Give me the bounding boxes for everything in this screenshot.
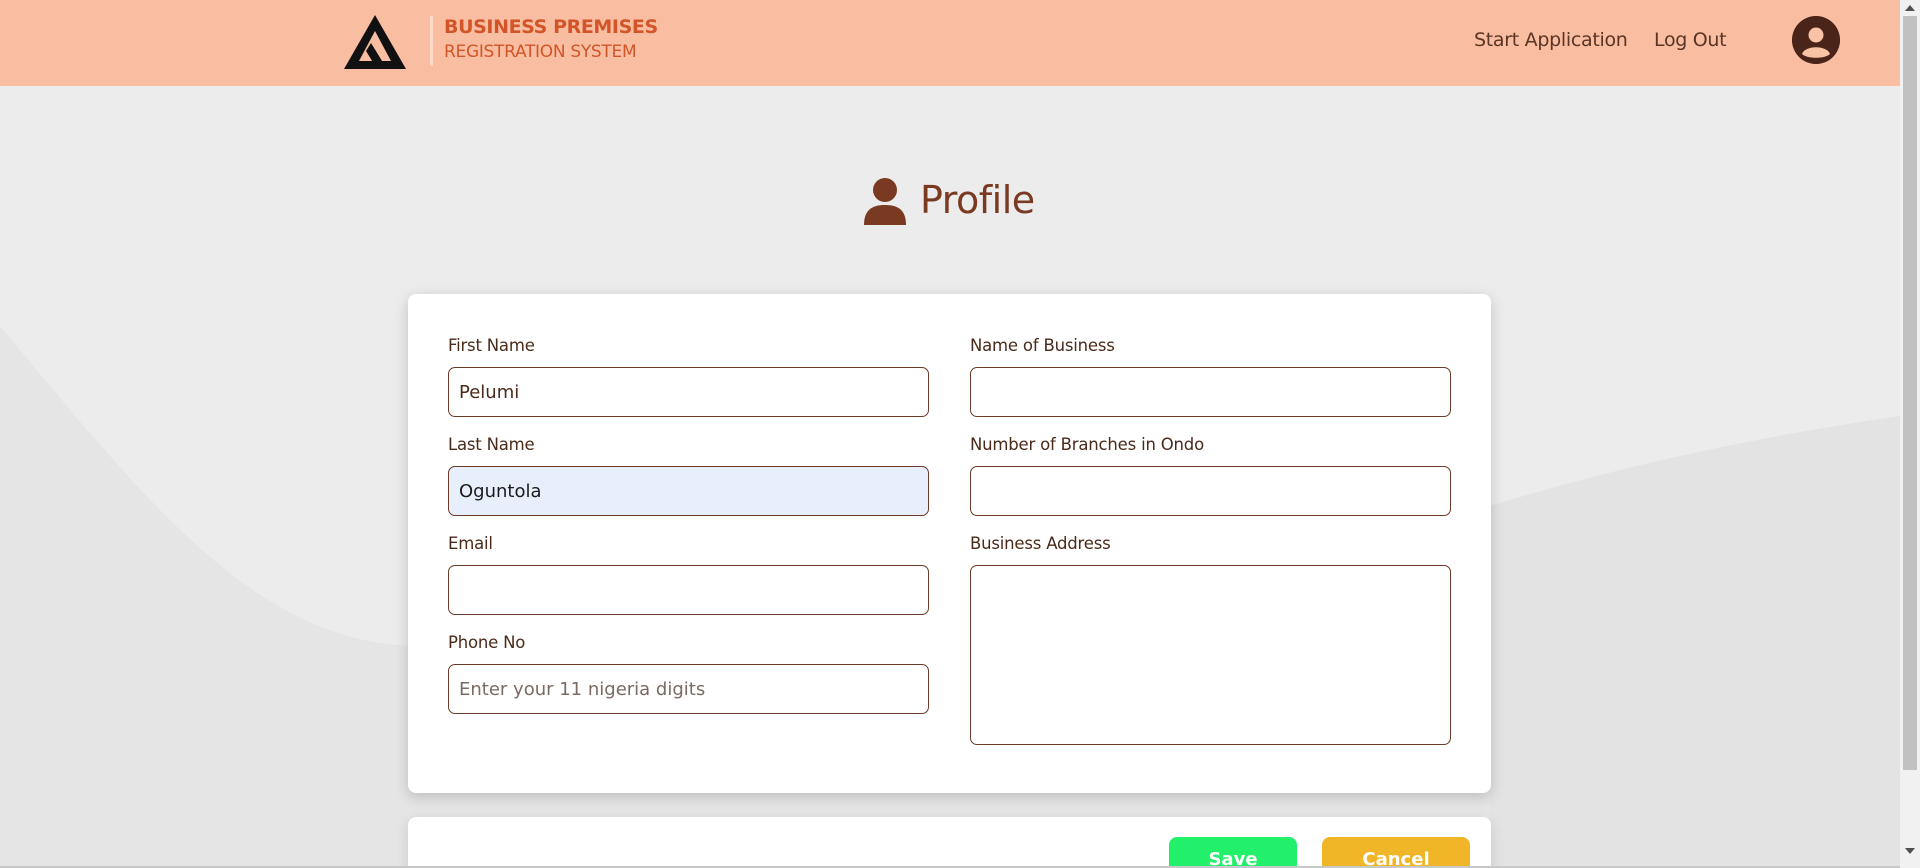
phone-label: Phone No (448, 633, 526, 652)
brand-title: BUSINESS PREMISES (444, 16, 658, 38)
user-avatar-icon[interactable] (1792, 16, 1840, 64)
profile-form-card: First Name Last Name Email Phone No Name… (408, 294, 1491, 793)
scroll-up-arrow-icon[interactable] (1905, 5, 1915, 11)
brand-subtitle: REGISTRATION SYSTEM (444, 42, 637, 62)
email-label: Email (448, 534, 493, 553)
business-address-textarea[interactable] (970, 565, 1451, 745)
phone-input[interactable] (448, 664, 929, 714)
business-name-input[interactable] (970, 367, 1451, 417)
action-bar-card: Save Cancel (408, 817, 1491, 868)
scroll-down-arrow-icon[interactable] (1905, 848, 1915, 854)
user-icon (864, 178, 906, 225)
last-name-input[interactable] (448, 466, 929, 516)
branches-label: Number of Branches in Ondo (970, 435, 1204, 454)
top-header: BUSINESS PREMISES REGISTRATION SYSTEM St… (0, 0, 1900, 86)
first-name-input[interactable] (448, 367, 929, 417)
vertical-scrollbar[interactable] (1900, 0, 1920, 868)
save-button[interactable]: Save (1169, 837, 1297, 868)
nav-log-out-link[interactable]: Log Out (1654, 29, 1727, 51)
business-address-label: Business Address (970, 534, 1111, 553)
scroll-thumb[interactable] (1903, 16, 1917, 770)
business-name-label: Name of Business (970, 336, 1115, 355)
cancel-button[interactable]: Cancel (1322, 837, 1470, 868)
last-name-label: Last Name (448, 435, 535, 454)
first-name-label: First Name (448, 336, 535, 355)
brand-divider (430, 16, 433, 66)
nav-start-application-link[interactable]: Start Application (1474, 29, 1628, 51)
page-title-text: Profile (920, 178, 1035, 222)
email-input[interactable] (448, 565, 929, 615)
logo-icon (344, 15, 406, 69)
branches-input[interactable] (970, 466, 1451, 516)
